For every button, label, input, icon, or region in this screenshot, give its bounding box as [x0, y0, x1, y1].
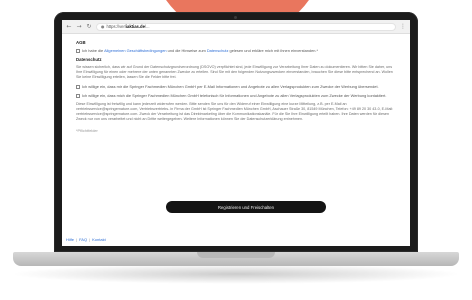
required-fields-hint: *Pflichtfelder	[76, 128, 98, 133]
email-consent-row: Ich willige ein, dass mir die Springer F…	[76, 84, 396, 89]
agb-consent-label: Ich habe die Allgemeinen Geschäftsbeding…	[82, 48, 319, 53]
page-content: AGB Ich habe die Allgemeinen Geschäftsbe…	[62, 34, 410, 246]
phone-consent-row: Ich willige ein, dass mich die Springer …	[76, 93, 396, 98]
email-consent-checkbox[interactable]	[76, 84, 80, 89]
revoke-info: Diese Einwilligung ist freiwillig und ka…	[76, 102, 394, 121]
agb-link[interactable]: Allgemeinen Geschäftsbedingungen	[104, 48, 167, 53]
agb-consent-row: Ich habe die Allgemeinen Geschäftsbeding…	[76, 48, 396, 53]
footer-separator: |	[89, 237, 91, 242]
browser-menu-icon[interactable]: ⋮	[400, 23, 406, 30]
phone-consent-checkbox[interactable]	[76, 93, 80, 98]
datenschutz-heading: Datenschutz	[76, 57, 102, 62]
camera-dot	[234, 16, 237, 19]
address-bar[interactable]: ● https://verliaktias.de/...	[96, 22, 396, 31]
register-button[interactable]: Registrieren und Freischalten	[166, 201, 326, 213]
reload-icon[interactable]: ↻	[86, 23, 92, 30]
footer-links: Hilfe | FAQ | Kontakt	[62, 237, 106, 242]
agb-heading: AGB	[76, 40, 86, 45]
footer-link-help[interactable]: Hilfe	[66, 237, 74, 242]
footer-link-contact[interactable]: Kontakt	[92, 237, 106, 242]
phone-consent-label: Ich willige ein, dass mich die Springer …	[82, 93, 387, 98]
datenschutz-intro: Sie wissen sicherlich, dass wir auf Grun…	[76, 65, 393, 79]
forward-arrow-icon[interactable]: →	[76, 23, 82, 30]
agb-checkbox[interactable]	[76, 48, 80, 53]
laptop-base-notch	[197, 252, 275, 258]
datenschutz-link[interactable]: Datenschutz	[207, 48, 229, 53]
url-text: https://verliaktias.de/...	[106, 24, 150, 29]
footer-link-faq[interactable]: FAQ	[79, 237, 87, 242]
footer-separator: |	[76, 237, 78, 242]
browser-toolbar: ← → ↻ ● https://verliaktias.de/... ⋮	[62, 20, 410, 34]
laptop-shadow	[10, 264, 462, 284]
lock-icon: ●	[101, 24, 105, 29]
email-consent-label: Ich willige ein, dass mir die Springer F…	[82, 84, 379, 89]
back-arrow-icon[interactable]: ←	[66, 23, 72, 30]
laptop-screen: ← → ↻ ● https://verliaktias.de/... ⋮ AGB…	[62, 20, 410, 246]
